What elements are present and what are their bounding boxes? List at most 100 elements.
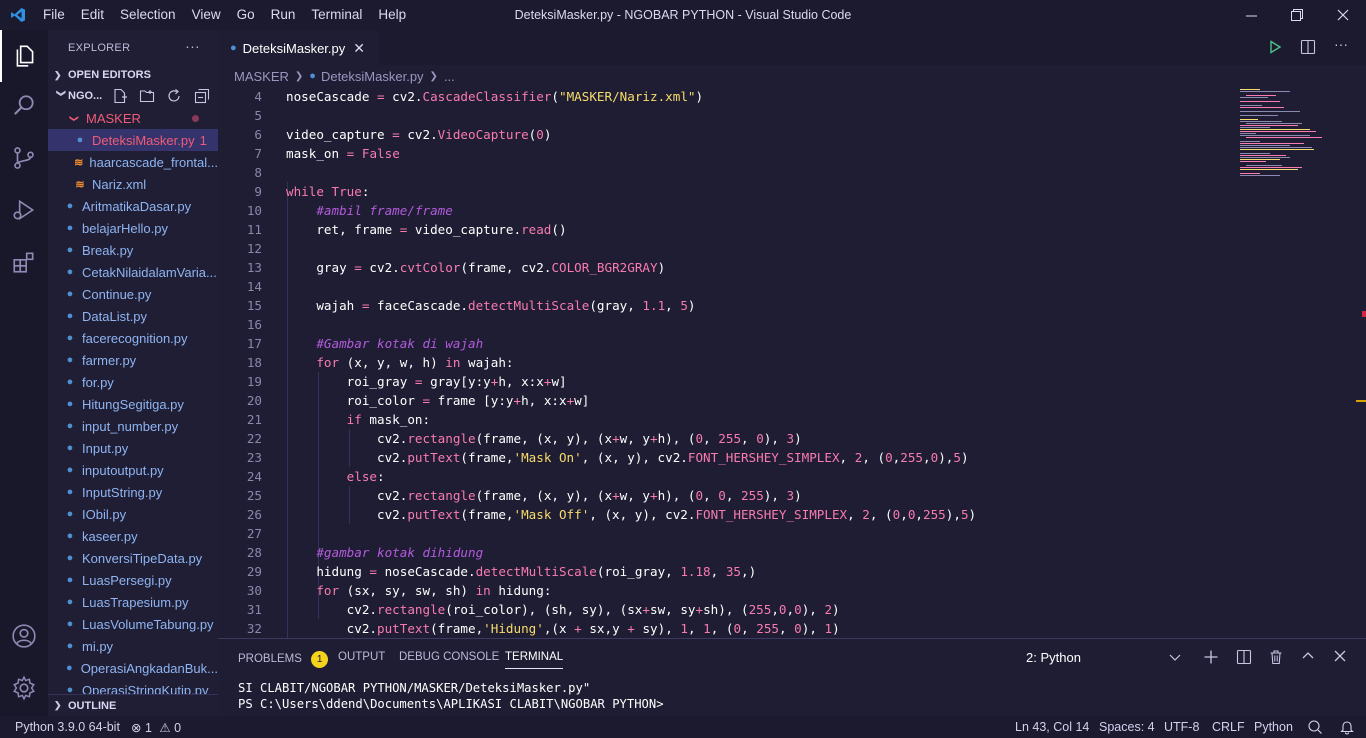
workspace-section[interactable]: ❯ NGO... (48, 85, 218, 107)
code-editor[interactable]: 4 noseCascade = cv2.CascadeClassifier("MA… (218, 87, 1366, 638)
code-line: 16 (218, 315, 1228, 334)
more-actions-icon[interactable]: ··· (185, 38, 200, 54)
chevron-down-icon[interactable] (1168, 650, 1182, 669)
python-file-icon: ● (66, 420, 74, 432)
python-interpreter[interactable]: Python 3.9.0 64-bit (15, 720, 120, 734)
end-of-line[interactable]: CRLF (1212, 720, 1245, 734)
list-item[interactable]: ● Break.py (48, 239, 218, 261)
code-text: roi_gray = gray[y:y+h, x:x+w] (286, 374, 567, 389)
menu-run[interactable]: Run (263, 0, 304, 30)
list-item[interactable]: ● kaseer.py (48, 525, 218, 547)
new-terminal-icon[interactable] (1203, 649, 1219, 670)
run-debug-icon[interactable] (0, 184, 48, 236)
menu-go[interactable]: Go (229, 0, 263, 30)
restore-button[interactable] (1274, 0, 1320, 30)
tab-deteksimasker[interactable]: ● DeteksiMasker.py ✕ (218, 30, 378, 65)
list-item[interactable]: ● InputString.py (48, 481, 218, 503)
indentation[interactable]: Spaces: 4 (1099, 720, 1155, 734)
close-panel-icon[interactable] (1333, 649, 1347, 668)
terminal-select[interactable]: 2: Python (1026, 650, 1081, 665)
close-tab-icon[interactable]: ✕ (353, 40, 365, 57)
list-item[interactable]: ● LuasVolumeTabung.py (48, 613, 218, 635)
list-item[interactable]: ● facerecognition.py (48, 327, 218, 349)
tab-debug-console[interactable]: DEBUG CONSOLE (399, 651, 499, 663)
tab-problems[interactable]: PROBLEMS 1 (238, 651, 329, 668)
file-nariz[interactable]: ≋ Nariz.xml (48, 173, 218, 195)
breadcrumb-folder[interactable]: MASKER (234, 69, 289, 84)
file-label: DataList.py (82, 308, 148, 324)
menu-help[interactable]: Help (370, 0, 414, 30)
trash-icon[interactable] (1268, 649, 1284, 670)
chevron-right-icon: ❯ (54, 69, 62, 80)
list-item[interactable]: ● input_number.py (48, 415, 218, 437)
list-item[interactable]: ● HitungSegitiga.py (48, 393, 218, 415)
file-label: inputoutput.py (82, 462, 164, 478)
notifications-bell-icon[interactable] (1339, 719, 1355, 738)
extensions-icon[interactable] (0, 236, 48, 288)
list-item[interactable]: ● CetakNilaidalamVaria... (48, 261, 218, 283)
line-number: 17 (246, 336, 262, 351)
settings-gear-icon[interactable] (0, 662, 48, 714)
outline-section[interactable]: ❯ OUTLINE (48, 694, 218, 716)
more-actions-icon[interactable]: ··· (1334, 36, 1348, 52)
code-line: 25 cv2.rectangle(frame, (x, y), (x+w, y+… (218, 486, 1228, 505)
python-file-icon: ● (66, 244, 74, 256)
file-deteksimasker[interactable]: ● DeteksiMasker.py 1 (48, 129, 218, 151)
cursor-position[interactable]: Ln 43, Col 14 (1015, 720, 1089, 734)
list-item[interactable]: ● belajarHello.py (48, 217, 218, 239)
editor-scrollbar[interactable] (1352, 87, 1366, 638)
source-control-icon[interactable] (0, 132, 48, 184)
line-number: 28 (246, 545, 262, 560)
new-file-icon[interactable] (112, 88, 128, 107)
menu-terminal[interactable]: Terminal (303, 0, 370, 30)
menu-view[interactable]: View (184, 0, 229, 30)
collapse-all-icon[interactable] (194, 88, 210, 107)
list-item[interactable]: ● farmer.py (48, 349, 218, 371)
file-label: mi.py (82, 638, 114, 654)
open-editors-section[interactable]: ❯ OPEN EDITORS (48, 65, 218, 85)
file-label: Input.py (82, 440, 129, 456)
search-icon[interactable] (0, 80, 48, 132)
folder-masker[interactable]: ❯ MASKER (48, 107, 218, 129)
menu-edit[interactable]: Edit (73, 0, 112, 30)
feedback-icon[interactable] (1307, 719, 1323, 738)
list-item[interactable]: ● LuasTrapesium.py (48, 591, 218, 613)
file-label: LuasTrapesium.py (82, 594, 189, 610)
tab-output[interactable]: OUTPUT (338, 651, 385, 663)
run-file-icon[interactable] (1268, 40, 1282, 59)
refresh-icon[interactable] (166, 88, 182, 107)
encoding[interactable]: UTF-8 (1164, 720, 1199, 734)
maximize-panel-icon[interactable] (1301, 649, 1315, 668)
breadcrumb-symbol[interactable]: ... (444, 69, 455, 84)
list-item[interactable]: ● KonversiTipeData.py (48, 547, 218, 569)
list-item[interactable]: ● IObil.py (48, 503, 218, 525)
list-item[interactable]: ● Continue.py (48, 283, 218, 305)
minimize-button[interactable] (1228, 0, 1274, 30)
list-item[interactable]: ● AritmatikaDasar.py (48, 195, 218, 217)
file-label: Nariz.xml (92, 176, 147, 192)
split-editor-icon[interactable] (1300, 39, 1316, 60)
language-mode[interactable]: Python (1254, 720, 1293, 734)
tab-problems-label: PROBLEMS (238, 653, 302, 665)
close-window-button[interactable] (1320, 0, 1366, 30)
file-haarcascade[interactable]: ≋ haarcascade_frontal... (48, 151, 218, 173)
breadcrumb-file[interactable]: DeteksiMasker.py (321, 69, 424, 84)
list-item[interactable]: ● for.py (48, 371, 218, 393)
code-line: 21 if mask_on: (218, 410, 1228, 429)
minimap[interactable] (1230, 87, 1352, 197)
menu-file[interactable]: File (35, 0, 73, 30)
list-item[interactable]: ● Input.py (48, 437, 218, 459)
list-item[interactable]: ● mi.py (48, 635, 218, 657)
explorer-icon[interactable] (0, 30, 48, 82)
split-terminal-icon[interactable] (1236, 649, 1252, 670)
menu-selection[interactable]: Selection (112, 0, 184, 30)
list-item[interactable]: ● LuasPersegi.py (48, 569, 218, 591)
new-folder-icon[interactable] (139, 88, 155, 107)
list-item[interactable]: ● inputoutput.py (48, 459, 218, 481)
tab-terminal[interactable]: TERMINAL (505, 651, 564, 669)
list-item[interactable]: ● OperasiAngkadanBuk... (48, 657, 218, 679)
account-icon[interactable] (0, 610, 48, 662)
line-number: 14 (246, 279, 262, 294)
list-item[interactable]: ● DataList.py (48, 305, 218, 327)
problems-status[interactable]: ⊗ 1 ⚠ 0 (131, 720, 181, 735)
